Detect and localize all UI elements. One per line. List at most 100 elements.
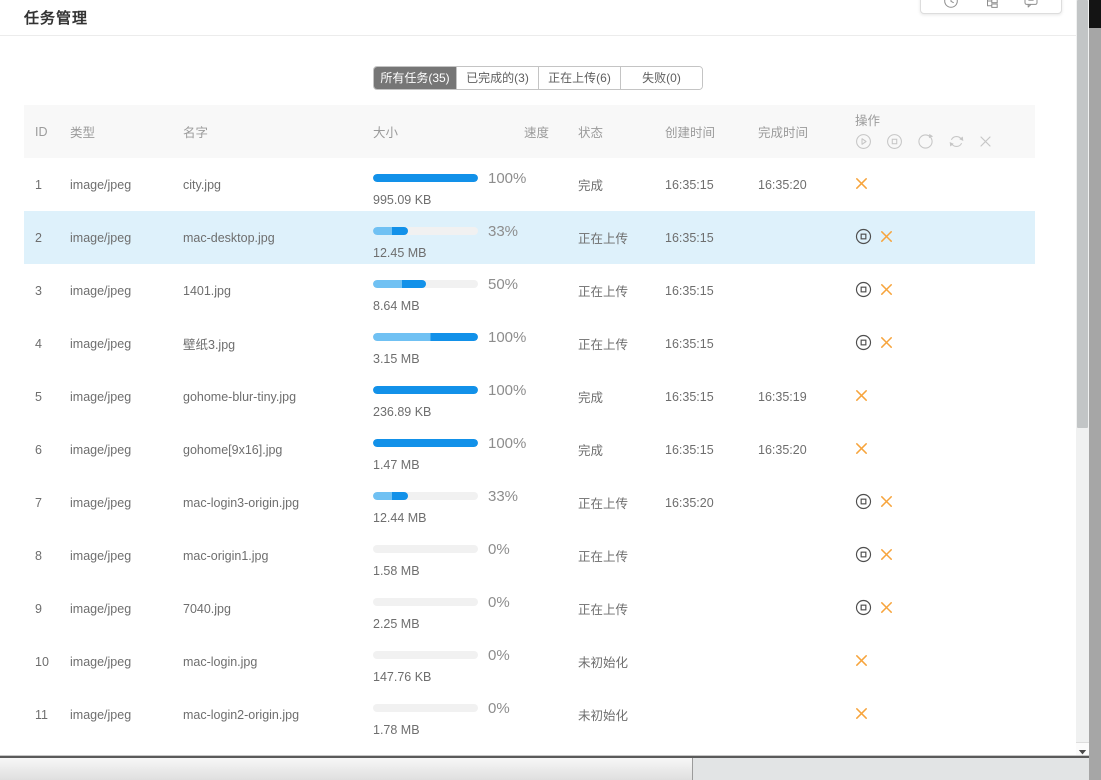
remove-task-button[interactable] [855,442,868,458]
cell-id: 9 [35,602,42,616]
table-row: 2 image/jpeg mac-desktop.jpg 33% 12.45 M… [24,211,1035,264]
app-window: 任务管理 所有任务(35) 已完成的(3) 正在上传(6) [0,0,1076,755]
progress-bar [373,227,478,235]
progress-fill [373,333,478,341]
size-cell: 33% [373,741,518,755]
cell-name: mac-origin1.jpg [183,549,268,563]
cell-name: mac-desktop.jpg [183,231,275,245]
table-row: 11 image/jpeg mac-login2-origin.jpg 0% 1… [24,688,1035,741]
cell-status: 未初始化 [578,652,628,671]
size-cell: 100% 236.89 KB [373,370,526,419]
cell-id: 1 [35,178,42,192]
resume-all-button[interactable] [917,133,934,153]
cell-status: 正在上传 [578,334,628,353]
vertical-scrollbar[interactable] [1076,0,1089,757]
stop-circle-icon [886,133,903,153]
stop-upload-button[interactable] [855,599,872,619]
progress-fill [373,280,426,288]
remove-task-button[interactable] [855,389,868,405]
close-icon [880,495,893,511]
cell-name: gohome[9x16].jpg [183,443,282,457]
close-icon [855,654,868,670]
tree-list-icon [983,0,999,10]
tab-uploading[interactable]: 正在上传(6) [538,67,620,89]
stop-circle-icon [855,546,872,566]
cell-id: 11 [35,708,48,722]
tab-all-tasks[interactable]: 所有任务(35) [374,67,456,89]
page-title: 任务管理 [24,7,88,28]
progress-bar [373,492,478,500]
cell-name: gohome-blur-tiny.jpg [183,390,296,404]
remove-task-button[interactable] [880,495,893,511]
stop-upload-button[interactable] [855,546,872,566]
file-size: 12.45 MB [373,246,518,260]
tab-failed[interactable]: 失败(0) [620,67,702,89]
cell-name: city.jpg [183,178,221,192]
cell-type: image/jpeg [70,390,131,404]
stop-upload-button[interactable] [855,228,872,248]
cell-status: 正在上传 [578,599,628,618]
stop-circle-icon [855,281,872,301]
stop-upload-button[interactable] [855,281,872,301]
cell-created: 16:35:15 [665,337,714,351]
cell-type: image/jpeg [70,284,131,298]
progress-fill [373,492,408,500]
file-size: 1.47 MB [373,458,526,472]
task-table: ID 类型 名字 大小 速度 状态 创建时间 完成时间 操作 [24,105,1035,755]
stop-all-button[interactable] [886,133,903,153]
progress-fill [373,227,408,235]
stop-circle-icon [855,493,872,513]
close-icon [880,283,893,299]
progress-percent: 0% [488,647,510,664]
header-actions-icons [855,133,1000,153]
cell-finished: 16:35:20 [758,178,807,192]
progress-bar [373,598,478,606]
header-created: 创建时间 [655,105,748,158]
cell-type: image/jpeg [70,655,131,669]
header-actions: 操作 [845,105,1035,158]
stop-upload-button[interactable] [855,334,872,354]
remove-task-button[interactable] [880,548,893,564]
stop-upload-button[interactable] [855,493,872,513]
header-name: 名字 [173,105,363,158]
remove-task-button[interactable] [880,230,893,246]
size-cell: 33% 12.44 MB [373,476,518,525]
stop-circle-icon [855,228,872,248]
clear-all-button[interactable] [979,135,992,151]
progress-bar [373,333,478,341]
progress-bar [373,280,478,288]
task-list-button[interactable] [983,0,999,10]
cell-finished: 16:35:19 [758,390,807,404]
close-icon [880,336,893,352]
header-size: 大小 [363,105,514,158]
scrollbar-thumb[interactable] [1077,0,1088,428]
cell-created: 16:35:15 [665,284,714,298]
cell-id: 3 [35,284,42,298]
refresh-button[interactable] [948,133,965,153]
table-row: 10 image/jpeg mac-login.jpg 0% 147.76 KB… [24,635,1035,688]
feedback-button[interactable] [1023,0,1039,10]
comment-icon [1023,0,1039,10]
desktop-bottom-area [0,758,1089,780]
screen: 任务管理 所有任务(35) 已完成的(3) 正在上传(6) [0,0,1101,780]
remove-task-button[interactable] [880,283,893,299]
cell-finished: 16:35:20 [758,443,807,457]
cell-status: 正在上传 [578,281,628,300]
remove-task-button[interactable] [855,707,868,723]
file-size: 1.78 MB [373,723,510,737]
progress-bar [373,651,478,659]
tab-completed[interactable]: 已完成的(3) [456,67,538,89]
desktop-bottom-right [693,758,1089,780]
cell-type: image/jpeg [70,443,131,457]
cell-created: 16:35:20 [665,496,714,510]
history-button[interactable] [943,0,959,10]
remove-task-button[interactable] [880,336,893,352]
start-all-button[interactable] [855,133,872,153]
cell-id: 4 [35,337,42,351]
remove-task-button[interactable] [855,177,868,193]
remove-task-button[interactable] [880,601,893,617]
restart-icon [917,133,934,153]
table-header: ID 类型 名字 大小 速度 状态 创建时间 完成时间 操作 [24,105,1035,158]
remove-task-button[interactable] [855,654,868,670]
cell-id: 2 [35,231,42,245]
